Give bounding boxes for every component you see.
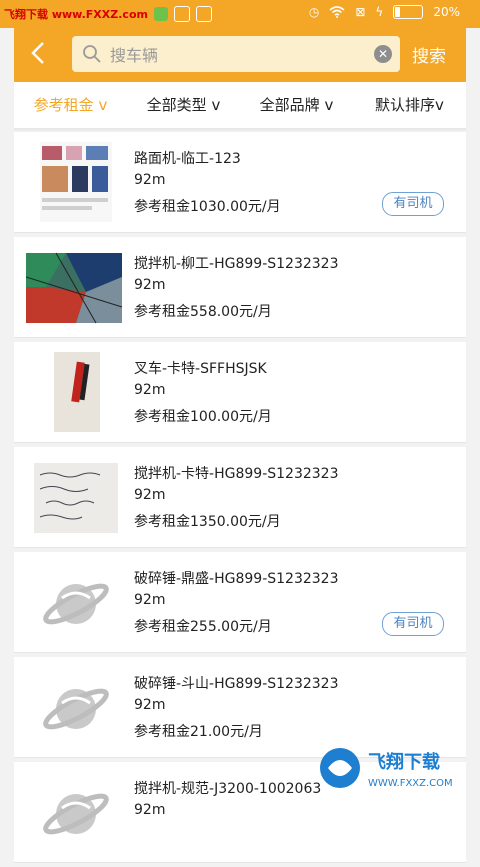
stained-glass-photo — [26, 252, 123, 324]
battery-icon — [393, 5, 424, 19]
app-header: ✕ 搜索 — [14, 28, 466, 82]
wifi-icon — [329, 6, 345, 18]
filter-bar: 参考租金 v 全部类型 v 全部品牌 v 默认排序v — [14, 82, 466, 128]
vehicle-price: 参考租金1030.00元/月 — [134, 199, 281, 215]
vehicle-price: 参考租金558.00元/月 — [134, 304, 272, 320]
search-icon — [83, 45, 101, 63]
vehicle-price: 参考租金100.00元/月 — [134, 409, 272, 425]
vehicle-name: 破碎锤-斗山-HG899-S1232323 — [134, 676, 339, 692]
vehicle-name: 叉车-卡特-SFFHSJSK — [134, 361, 267, 377]
vehicle-price: 参考租金1350.00元/月 — [134, 514, 281, 530]
vehicle-thumbnail — [26, 667, 126, 747]
filter-sort[interactable]: 默认排序v — [353, 82, 466, 128]
no-sim-icon: ⊠ — [355, 5, 366, 19]
vehicle-distance: 92m — [134, 277, 166, 293]
vehicle-distance: 92m — [134, 802, 166, 818]
vehicle-name: 搅拌机-卡特-HG899-S1232323 — [134, 466, 339, 482]
vehicle-distance: 92m — [134, 172, 166, 188]
charging-icon: ϟ — [375, 5, 384, 19]
driver-badge: 有司机 — [382, 192, 444, 216]
android-icon — [195, 6, 212, 22]
search-input[interactable] — [108, 42, 362, 68]
gallery-icon — [173, 6, 190, 22]
back-button[interactable] — [28, 38, 52, 70]
filter-rent[interactable]: 参考租金 v — [14, 82, 127, 128]
planet-logo-icon — [43, 583, 109, 625]
app-icon — [153, 7, 168, 21]
vehicle-distance: 92m — [134, 697, 166, 713]
filter-brand[interactable]: 全部品牌 v — [240, 82, 353, 128]
vehicle-price: 参考租金255.00元/月 — [134, 619, 272, 635]
vehicle-thumbnail — [26, 457, 126, 537]
vehicle-name: 破碎锤-鼎盛-HG899-S1232323 — [134, 571, 339, 587]
vehicle-thumbnail — [26, 352, 126, 432]
watermark-url: WWW.FXXZ.COM — [368, 778, 453, 789]
list-item[interactable]: 搅拌机-柳工-HG899-S1232323 92m 参考租金558.00元/月 — [14, 237, 466, 338]
catalog-photo — [40, 142, 112, 222]
notes-photo — [34, 463, 118, 533]
vehicle-thumbnail — [26, 247, 126, 327]
vehicle-thumbnail — [26, 772, 126, 852]
battery-text: 20% — [433, 5, 460, 19]
list-item[interactable]: 搅拌机-卡特-HG899-S1232323 92m 参考租金1350.00元/月 — [14, 447, 466, 548]
pen-photo — [54, 352, 100, 432]
planet-logo-icon — [43, 688, 109, 730]
watermark-logo: 飞翔下载 WWW.FXXZ.COM — [316, 742, 466, 794]
vehicle-name: 搅拌机-柳工-HG899-S1232323 — [134, 256, 339, 272]
fxxz-logo-icon: 飞翔下载 WWW.FXXZ.COM — [320, 748, 453, 789]
clear-icon[interactable]: ✕ — [374, 45, 392, 63]
vehicle-thumbnail — [26, 562, 126, 642]
status-bar: 飞翔下载 www.FXXZ.com ◷ ⊠ ϟ 20% — [0, 0, 480, 28]
list-item[interactable]: 路面机-临工-123 92m 参考租金1030.00元/月 有司机 — [14, 132, 466, 233]
watermark-brand: 飞翔下载 — [368, 751, 440, 773]
alarm-icon: ◷ — [308, 5, 320, 19]
vehicle-distance: 92m — [134, 592, 166, 608]
vehicle-distance: 92m — [134, 487, 166, 503]
vehicle-thumbnail — [26, 142, 126, 222]
list-item[interactable]: 叉车-卡特-SFFHSJSK 92m 参考租金100.00元/月 — [14, 342, 466, 443]
search-button[interactable]: 搜索 — [412, 42, 446, 67]
filter-type[interactable]: 全部类型 v — [127, 82, 240, 128]
watermark-text: 飞翔下载 www.FXXZ.com — [4, 8, 148, 21]
chevron-left-icon — [31, 42, 44, 64]
list-item[interactable]: 破碎锤-鼎盛-HG899-S1232323 92m 参考租金255.00元/月 … — [14, 552, 466, 653]
vehicle-name: 搅拌机-规范-J3200-1002063 — [134, 781, 322, 797]
search-box[interactable]: ✕ — [72, 36, 400, 72]
vehicle-price: 参考租金21.00元/月 — [134, 724, 263, 740]
vehicle-name: 路面机-临工-123 — [134, 151, 241, 167]
driver-badge: 有司机 — [382, 612, 444, 636]
vehicle-distance: 92m — [134, 382, 166, 398]
planet-logo-icon — [43, 793, 109, 835]
